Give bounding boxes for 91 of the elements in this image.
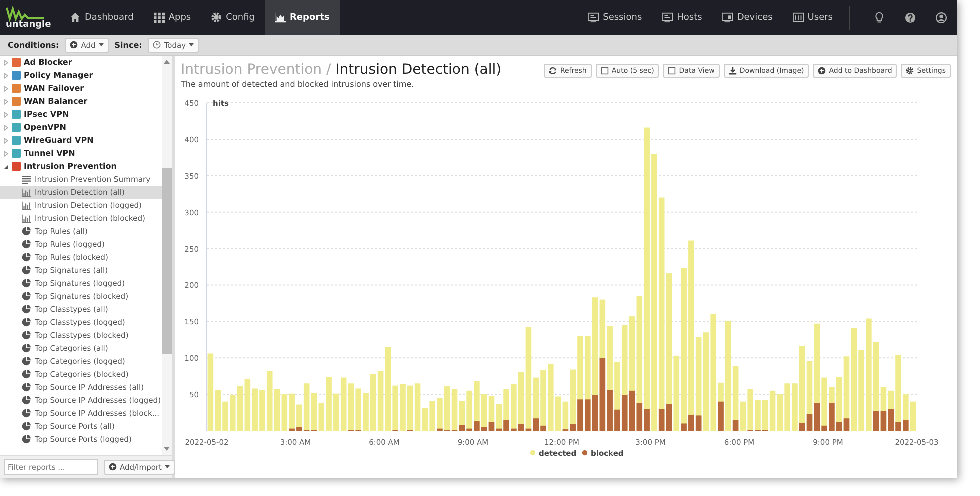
pie-chart-icon [22,266,31,275]
expand-arrow-icon[interactable] [3,98,9,104]
nav-link[interactable]: Devices [712,0,783,35]
pie-chart-icon [22,370,31,379]
bar-chart-icon [22,214,31,223]
scroll-down-icon[interactable] [164,447,170,451]
user-icon[interactable] [936,12,947,24]
pie-chart-icon [22,240,31,249]
pie-chart-icon [22,396,31,405]
pie-chart-icon [22,357,31,366]
list-icon [22,175,31,184]
app-name: WAN Balancer [24,97,88,106]
nav-tab[interactable]: Apps [144,0,202,35]
pie-chart-icon [22,227,31,236]
pie-chart-icon [22,253,31,262]
app-name: WireGuard VPN [24,136,94,145]
nav-tab[interactable]: Dashboard [60,0,144,35]
since-label: Since: [114,40,142,50]
download-icon [728,67,737,75]
scrollbar-thumb[interactable] [162,168,172,354]
chart-bar [400,384,406,431]
chart-bar [222,402,228,431]
nav-tab[interactable]: Reports [265,0,340,35]
expand-arrow-icon[interactable] [3,60,9,66]
plus-circle-icon [70,41,78,49]
monitor-icon [722,12,734,23]
app-name: WAN Failover [24,84,84,93]
area-chart-icon [275,12,286,23]
pie-chart-icon [22,422,31,431]
plus-circle-icon [818,67,826,75]
home-icon [70,12,81,23]
report-category: Intrusion Prevention / [181,62,332,78]
pie-chart-icon [22,435,31,444]
clock-icon [153,41,162,49]
screen-icon [662,12,674,23]
app-name: Tunnel VPN [24,149,76,158]
expand-arrow-icon[interactable] [3,112,9,118]
nav-link[interactable]: Users [782,0,843,35]
nav-link[interactable]: Sessions [578,0,652,35]
plus-circle-icon [109,463,117,471]
pie-chart-icon [22,409,31,418]
pie-chart-icon [22,383,31,392]
logo-icon [6,6,46,22]
pie-chart-icon [22,318,31,327]
logo-text: untangle [6,20,52,30]
pie-chart-icon [22,305,31,314]
caret-icon [189,43,194,47]
app-tree-item[interactable]: WAN Failover [0,82,162,95]
expand-arrow-icon[interactable] [3,86,9,92]
app-name: Policy Manager [24,71,94,80]
app-name: Ad Blocker [24,58,72,67]
conditions-label: Conditions: [8,40,60,50]
table-icon [792,12,804,23]
scroll-up-icon[interactable] [164,60,170,64]
expand-arrow-icon[interactable] [3,150,9,156]
screen-icon [588,12,600,23]
collapse-arrow-icon[interactable] [3,164,9,170]
app-name: IPsec VPN [24,110,70,119]
refresh-icon [549,67,558,75]
app-tree-item[interactable]: Tunnel VPN [0,147,162,160]
bar-chart-icon [22,188,31,197]
app-tree-item[interactable]: Policy Manager [0,69,162,82]
nav-link[interactable]: Hosts [652,0,712,35]
expand-arrow-icon[interactable] [3,124,9,130]
checkbox-icon [668,67,676,75]
app-name: OpenVPN [24,123,66,132]
expand-arrow-icon[interactable] [3,72,9,78]
checkbox-icon [600,67,609,75]
app-tree-item[interactable]: Intrusion Prevention [0,160,162,173]
app-tree-item[interactable]: WireGuard VPN [0,134,162,147]
app-name: Intrusion Prevention [24,162,117,171]
settings-icon [906,67,914,75]
app-tree-item[interactable]: Ad Blocker [0,56,162,69]
pie-chart-icon [22,344,31,353]
gear-icon [211,12,222,23]
help-icon[interactable] [905,12,916,24]
caret-icon [164,465,170,469]
grid-icon [154,12,165,23]
app-tree-item[interactable]: IPsec VPN [0,108,162,121]
app-tree-item[interactable]: OpenVPN [0,121,162,134]
app-tree-item[interactable]: WAN Balancer [0,95,162,108]
lightbulb-icon[interactable] [874,12,885,24]
bar-chart-icon [22,201,31,210]
report-description: The amount of detected and blocked intrusions over time. [181,80,416,89]
expand-arrow-icon[interactable] [3,138,9,144]
pie-chart-icon [22,331,31,340]
caret-icon [98,43,104,47]
report-title: Intrusion Detection (all) [336,62,502,78]
pie-chart-icon [22,279,31,288]
pie-chart-icon [22,292,31,301]
nav-tab[interactable]: Config [201,0,265,35]
